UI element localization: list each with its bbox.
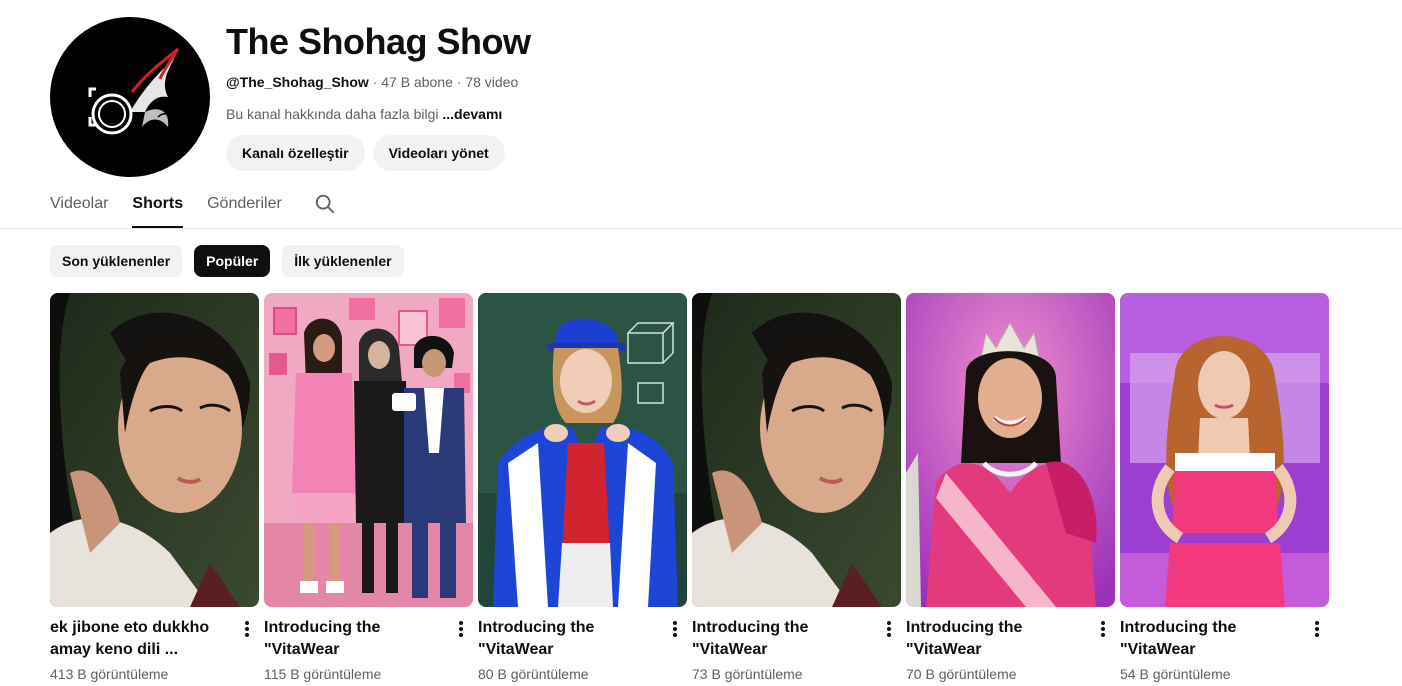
chip-latest[interactable]: Son yüklenenler — [50, 245, 183, 277]
tab-videos[interactable]: Videolar — [50, 184, 108, 228]
short-title[interactable]: Introducing the "VitaWear SmartBand,"... — [478, 617, 659, 661]
meta-separator: · — [368, 74, 382, 90]
more-link[interactable]: ...devamı — [442, 106, 502, 122]
chip-oldest[interactable]: İlk yüklenenler — [282, 245, 404, 277]
short-views: 54 B görüntüleme — [1120, 666, 1231, 682]
meta-separator: · — [452, 74, 466, 90]
chip-popular[interactable]: Popüler — [194, 245, 271, 277]
more-options-icon[interactable] — [877, 617, 901, 641]
channel-info: The Shohag Show @The_Shohag_Show · 47 B … — [226, 17, 531, 177]
short-card[interactable]: Introducing the "VitaWear SmartBand,"...… — [478, 293, 687, 684]
tab-shorts[interactable]: Shorts — [132, 184, 183, 228]
short-thumbnail[interactable] — [50, 293, 259, 607]
tabs-divider — [0, 228, 1402, 229]
more-options-icon[interactable] — [235, 617, 259, 641]
short-thumbnail[interactable] — [264, 293, 473, 607]
short-title[interactable]: Introducing the "VitaWear SmartBand,"... — [1120, 617, 1301, 661]
short-card[interactable]: Introducing the "VitaWear SmartBand,"...… — [264, 293, 473, 684]
short-thumbnail[interactable] — [478, 293, 687, 607]
short-title[interactable]: ek jibone eto dukkho amay keno dili ... — [50, 617, 231, 661]
short-card[interactable]: Introducing the "VitaWear SmartBand,"...… — [692, 293, 901, 684]
channel-handle[interactable]: @The_Shohag_Show — [226, 74, 369, 90]
channel-description[interactable]: Bu kanal hakkında daha fazla bilgi ...de… — [226, 104, 531, 124]
subscriber-count: 47 B abone — [381, 74, 453, 90]
channel-name: The Shohag Show — [226, 21, 531, 62]
short-thumbnail[interactable] — [1120, 293, 1329, 607]
short-title[interactable]: Introducing the "VitaWear SmartBand,"... — [264, 617, 445, 661]
camera-phoenix-logo-icon — [88, 47, 180, 135]
manage-videos-button[interactable]: Videoları yönet — [372, 135, 505, 171]
short-card[interactable]: Introducing the "VitaWear SmartBand,"...… — [1120, 293, 1329, 684]
sort-chips: Son yüklenenler Popüler İlk yüklenenler — [50, 245, 404, 277]
short-views: 80 B görüntüleme — [478, 666, 589, 682]
channel-meta: @The_Shohag_Show · 47 B abone · 78 video — [226, 72, 531, 92]
customize-channel-button[interactable]: Kanalı özelleştir — [226, 135, 365, 171]
more-options-icon[interactable] — [1305, 617, 1329, 641]
short-title[interactable]: Introducing the "VitaWear SmartBand,"... — [906, 617, 1087, 661]
short-views: 115 B görüntüleme — [264, 666, 382, 682]
tab-posts[interactable]: Gönderiler — [207, 184, 282, 228]
video-count: 78 video — [465, 74, 519, 90]
more-options-icon[interactable] — [663, 617, 687, 641]
channel-tabs: Videolar Shorts Gönderiler — [50, 184, 338, 228]
short-views: 73 B görüntüleme — [692, 666, 803, 682]
description-text: Bu kanal hakkında daha fazla bilgi — [226, 106, 443, 122]
more-options-icon[interactable] — [1091, 617, 1115, 641]
more-options-icon[interactable] — [449, 617, 473, 641]
short-thumbnail[interactable] — [906, 293, 1115, 607]
short-title[interactable]: Introducing the "VitaWear SmartBand,"... — [692, 617, 873, 661]
short-views: 70 B görüntüleme — [906, 666, 1017, 682]
short-thumbnail[interactable] — [692, 293, 901, 607]
short-card[interactable]: ek jibone eto dukkho amay keno dili ... … — [50, 293, 259, 684]
magnifier-glyph — [315, 194, 334, 214]
search-icon[interactable] — [314, 184, 338, 224]
channel-header: The Shohag Show @The_Shohag_Show · 47 B … — [50, 17, 531, 177]
short-card[interactable]: Introducing the "VitaWear SmartBand,"...… — [906, 293, 1115, 684]
channel-avatar[interactable] — [50, 17, 210, 177]
shorts-grid: ek jibone eto dukkho amay keno dili ... … — [50, 293, 1329, 684]
short-views: 413 B görüntüleme — [50, 666, 169, 682]
